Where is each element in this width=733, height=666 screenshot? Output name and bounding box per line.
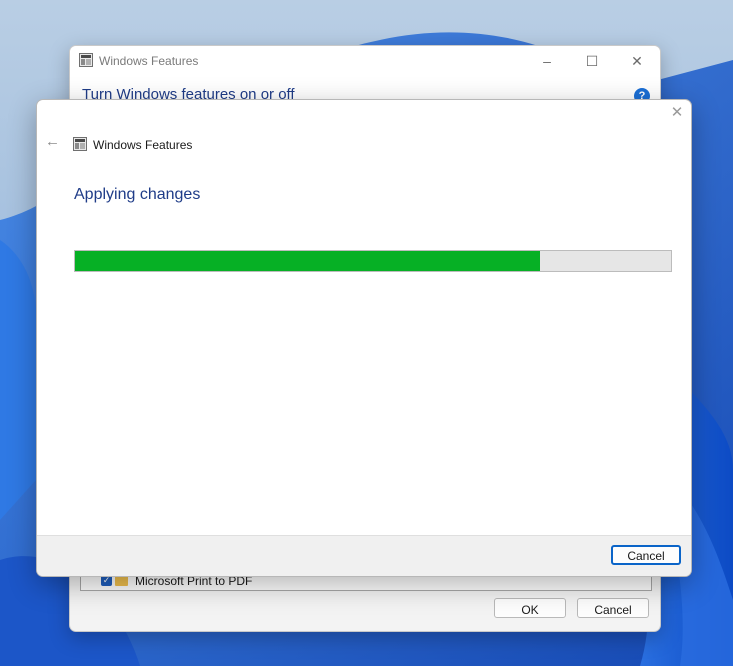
status-text: Applying changes — [74, 186, 201, 203]
progress-fill — [75, 251, 540, 271]
progress-bar — [74, 250, 672, 272]
dialog-footer: Cancel — [37, 535, 691, 576]
windows-features-icon — [73, 137, 87, 151]
ok-button[interactable]: OK — [494, 598, 566, 618]
windows-features-icon — [79, 53, 93, 67]
dialog-title: Windows Features — [93, 138, 193, 152]
applying-changes-dialog: ✕ ← Windows Features Applying changes Ca… — [36, 99, 692, 577]
cancel-button[interactable]: Cancel — [611, 545, 681, 565]
cancel-button[interactable]: Cancel — [577, 598, 649, 618]
folder-icon — [115, 576, 128, 586]
window-title: Windows Features — [99, 54, 199, 68]
maximize-button[interactable]: ☐ — [569, 46, 615, 76]
title-bar: Windows Features – ☐ ✕ — [70, 46, 660, 76]
close-icon[interactable]: ✕ — [669, 105, 685, 121]
minimize-button[interactable]: – — [524, 46, 570, 76]
close-button[interactable]: ✕ — [614, 46, 660, 76]
back-arrow-icon[interactable]: ← — [45, 134, 60, 149]
